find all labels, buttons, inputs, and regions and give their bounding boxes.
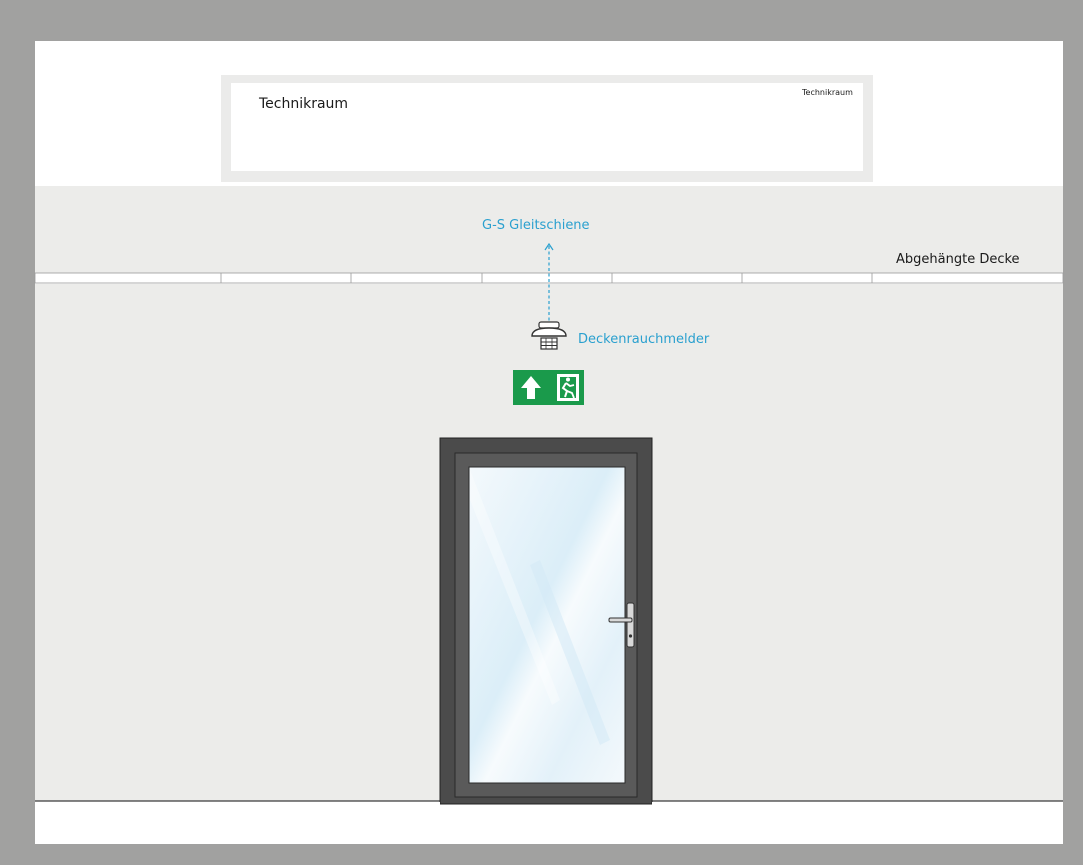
room-sign-small-title: Technikraum	[802, 88, 853, 97]
suspended-ceiling-label: Abgehängte Decke	[896, 252, 1020, 267]
smoke-detector-label: Deckenrauchmelder	[578, 332, 710, 347]
elevation-drawing	[34, 41, 1064, 844]
room-sign-title: Technikraum	[259, 96, 349, 112]
emergency-exit-sign-icon	[513, 370, 584, 405]
rail-label: G-S Gleitschiene	[482, 218, 590, 233]
